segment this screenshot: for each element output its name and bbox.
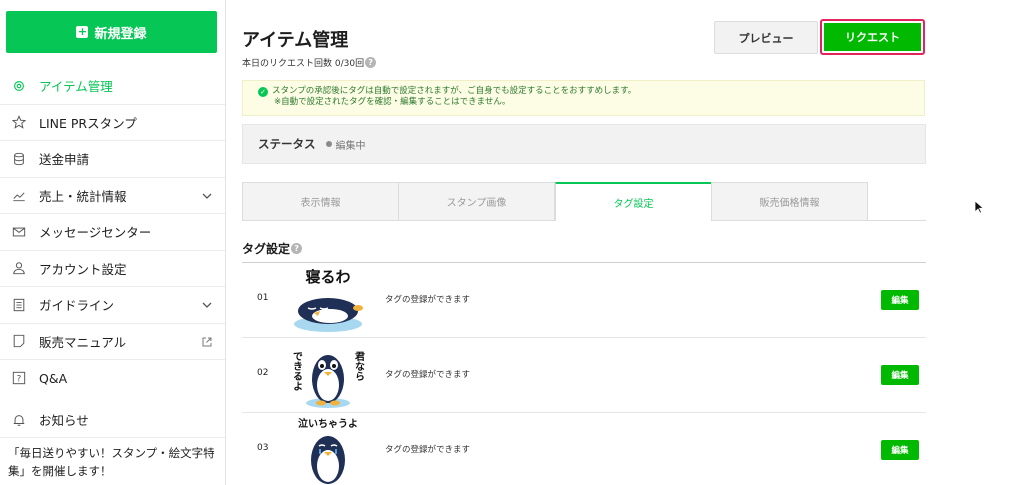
row-number: 02 <box>257 368 269 378</box>
status-label: ステータス <box>258 137 316 151</box>
document-icon <box>12 298 26 312</box>
chevron-down-icon <box>202 193 212 199</box>
tag-list: 01 寝るわ タグの登録ができます 編集 02 できるよ 君なら タグの登録がで… <box>242 263 926 485</box>
sidebar-item-sales-manual[interactable]: 販売マニュアル <box>0 324 225 360</box>
stamp-image: 泣いちゃうよ <box>298 417 358 484</box>
info-line-2: ※自動で設定されたタグを確認・編集することはできません。 <box>274 97 511 107</box>
page-title: アイテム管理 <box>242 30 349 51</box>
notice-section: お知らせ 「毎日送りやすい！スタンプ・絵文字特集」を開催します！ <box>0 402 225 480</box>
question-icon: ? <box>12 371 26 385</box>
sidebar: + 新規登録 アイテム管理 LINE PRスタンプ 送金申請 売上・統計情報 メ… <box>0 0 226 485</box>
status-bar: ステータス 編集中 <box>242 124 926 164</box>
edit-button[interactable]: 編集 <box>881 365 919 385</box>
tab-sales-price[interactable]: 販売価格情報 <box>711 182 868 220</box>
chevron-down-icon <box>202 302 212 308</box>
sidebar-item-label: メッセージセンター <box>39 225 152 241</box>
sidebar-item-qa[interactable]: ? Q&A <box>0 360 225 397</box>
sidebar-item-guidelines[interactable]: ガイドライン <box>0 287 225 324</box>
help-icon[interactable]: ? <box>365 57 377 68</box>
tab-tag-settings[interactable]: タグ設定 <box>555 182 712 221</box>
preview-button[interactable]: プレビュー <box>714 21 818 54</box>
tab-bar: 表示情報 スタンプ画像 タグ設定 販売価格情報 <box>242 182 926 221</box>
svg-text:できるよ: できるよ <box>291 351 303 391</box>
info-banner: ✓ スタンプの承認後にタグは自動で設定されますが、ご自身でも設定することをおすす… <box>242 80 925 116</box>
stamp-text-left: できるよ <box>291 351 303 391</box>
new-registration-button[interactable]: + 新規登録 <box>6 11 217 53</box>
plus-icon: + <box>76 25 89 38</box>
sidebar-item-remittance[interactable]: 送金申請 <box>0 141 225 178</box>
sidebar-item-label: ガイドライン <box>39 298 115 314</box>
sidebar-item-label: アイテム管理 <box>39 79 113 95</box>
table-row: 01 寝るわ タグの登録ができます 編集 <box>242 263 926 338</box>
sidebar-item-label: 送金申請 <box>39 152 90 168</box>
sidebar-nav: アイテム管理 LINE PRスタンプ 送金申請 売上・統計情報 メッセージセンタ… <box>0 68 225 397</box>
sidebar-item-label: 販売マニュアル <box>39 334 127 350</box>
sidebar-item-label: LINE PRスタンプ <box>39 115 137 131</box>
tab-display-info[interactable]: 表示情報 <box>242 182 399 220</box>
note-icon <box>12 334 26 348</box>
stamp-text-right: 君なら <box>353 351 365 382</box>
row-message: タグの登録ができます <box>385 370 471 380</box>
table-row: 03 泣いちゃうよ タグの登録ができます 編集 <box>242 413 926 485</box>
mail-icon <box>12 225 26 239</box>
check-circle-icon: ✓ <box>258 87 268 97</box>
request-count-text: 本日のリクエスト回数 0/30回 <box>242 59 365 69</box>
notice-link[interactable]: 「毎日送りやすい！スタンプ・絵文字特集」を開催します！ <box>0 438 225 480</box>
tab-stamp-images[interactable]: スタンプ画像 <box>398 182 555 220</box>
sidebar-item-label: 売上・統計情報 <box>39 188 127 204</box>
notice-label: お知らせ <box>39 413 89 428</box>
bell-icon <box>12 413 26 427</box>
sidebar-item-label: Q&A <box>39 370 68 386</box>
table-row: 02 できるよ 君なら タグの登録ができます 編集 <box>242 338 926 413</box>
star-icon <box>12 115 26 129</box>
mouse-cursor-icon <box>974 200 984 214</box>
section-title-text: タグ設定 <box>242 242 291 256</box>
chart-icon <box>12 188 26 202</box>
edit-button[interactable]: 編集 <box>881 440 919 460</box>
sidebar-item-account-settings[interactable]: アカウント設定 <box>0 251 225 287</box>
section-title: タグ設定 ? <box>242 240 303 257</box>
edit-button[interactable]: 編集 <box>881 290 919 310</box>
request-button-highlight: リクエスト <box>820 19 925 55</box>
info-line-1: スタンプの承認後にタグは自動で設定されますが、ご自身でも設定することをおすすめし… <box>272 86 637 96</box>
sidebar-item-label: アカウント設定 <box>39 261 127 277</box>
row-number: 03 <box>257 443 269 453</box>
stamp-text: 泣いちゃうよ <box>298 417 358 430</box>
sidebar-item-message-center[interactable]: メッセージセンター <box>0 214 225 251</box>
svg-text:?: ? <box>17 375 22 385</box>
request-button[interactable]: リクエスト <box>824 23 921 51</box>
database-icon <box>12 152 26 166</box>
row-message: タグの登録ができます <box>385 295 471 305</box>
stamp-image: 寝るわ <box>294 268 363 332</box>
svg-text:君なら: 君なら <box>353 351 365 382</box>
help-icon[interactable]: ? <box>291 243 303 254</box>
sidebar-item-line-pr-stamp[interactable]: LINE PRスタンプ <box>0 105 225 141</box>
stamp-image: できるよ 君なら <box>291 351 365 408</box>
row-number: 01 <box>257 293 269 303</box>
status-dot-icon <box>325 141 332 147</box>
notice-header[interactable]: お知らせ <box>0 402 225 438</box>
sidebar-item-sales-stats[interactable]: 売上・統計情報 <box>0 178 225 214</box>
sidebar-item-item-management[interactable]: アイテム管理 <box>0 68 225 105</box>
gear-icon <box>12 79 26 93</box>
stamp-text: 寝るわ <box>305 268 350 286</box>
status-value: 編集中 <box>335 140 366 152</box>
row-message: タグの登録ができます <box>385 445 471 455</box>
new-registration-label: 新規登録 <box>94 26 147 42</box>
user-icon <box>12 261 26 275</box>
external-link-icon <box>202 337 212 346</box>
request-count: 本日のリクエスト回数 0/30回 ? <box>242 56 377 69</box>
